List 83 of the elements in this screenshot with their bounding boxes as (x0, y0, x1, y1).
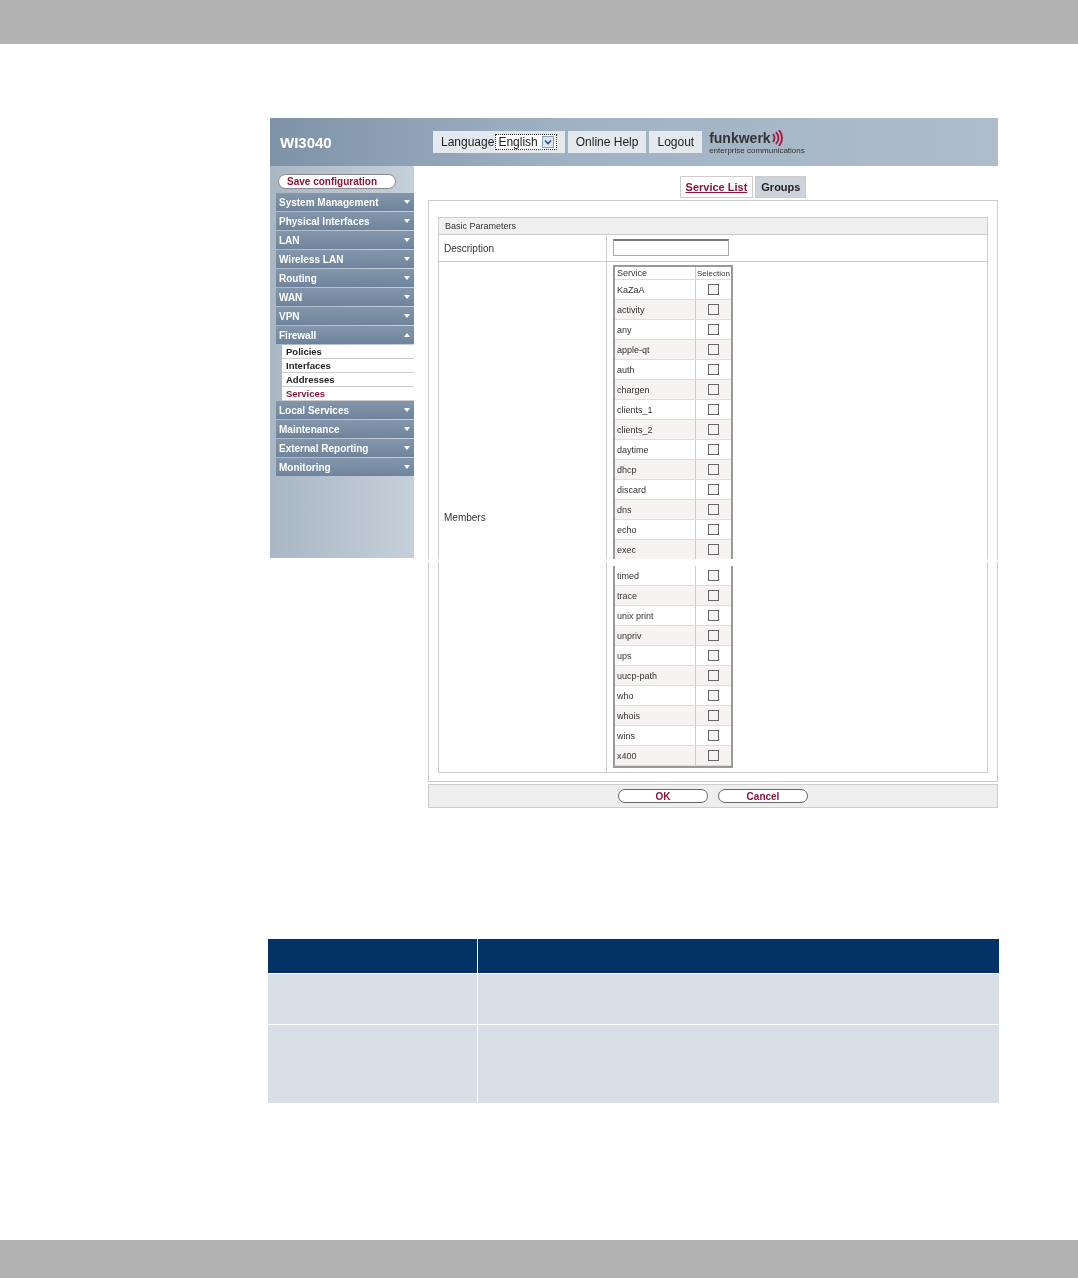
table-cell: uucp-path (615, 666, 696, 685)
table-cell: wins (615, 726, 696, 745)
checkbox[interactable] (708, 630, 719, 641)
checkbox[interactable] (708, 464, 719, 475)
device-title: WI3040 (279, 133, 333, 151)
table-cell: KaZaA (615, 280, 696, 299)
column-header: Service (615, 267, 696, 279)
table-cell: discard (615, 480, 696, 499)
table-cell: dns (615, 500, 696, 519)
language-dropdown[interactable]: English (495, 134, 557, 150)
checkbox[interactable] (708, 750, 719, 761)
signal-waves-icon (770, 129, 783, 146)
checkbox[interactable] (708, 484, 719, 495)
expand-arrow-icon (404, 465, 410, 469)
sidebar-subitem[interactable]: Addresses (282, 373, 414, 387)
checkbox[interactable] (708, 384, 719, 395)
checkbox[interactable] (708, 610, 719, 621)
tab[interactable]: Groups (755, 176, 807, 198)
language-selector[interactable]: Language English (433, 131, 565, 153)
table-cell: activity (615, 300, 696, 319)
expand-arrow-icon (404, 314, 410, 318)
sidebar-subitem[interactable]: Policies (282, 345, 414, 359)
field-label: Members (444, 511, 486, 523)
table-cell: any (615, 320, 696, 339)
checkbox[interactable] (708, 710, 719, 721)
expand-arrow-icon (404, 257, 410, 261)
form-button[interactable]: OK (618, 789, 708, 803)
checkbox[interactable] (708, 404, 719, 415)
table-cell: clients_1 (615, 400, 696, 419)
table-cell: apple-qt (615, 340, 696, 359)
table-cell: trace (615, 586, 696, 605)
column-header: Selection (696, 267, 731, 279)
table-cell: x400 (615, 746, 696, 765)
header-button[interactable]: Online Help (567, 131, 647, 153)
table-cell: unpriv (615, 626, 696, 645)
expand-arrow-icon (404, 238, 410, 242)
expand-arrow-icon (404, 276, 410, 280)
table-cell: clients_2 (615, 420, 696, 439)
table-cell: auth (615, 360, 696, 379)
expand-arrow-icon (404, 295, 410, 299)
expand-arrow-icon (404, 446, 410, 450)
checkbox[interactable] (708, 344, 719, 355)
expand-arrow-icon (404, 427, 410, 431)
header-button[interactable]: Logout (649, 131, 703, 153)
table-cell: ups (615, 646, 696, 665)
table-cell: echo (615, 520, 696, 539)
checkbox[interactable] (708, 504, 719, 515)
table-cell: chargen (615, 380, 696, 399)
checkbox[interactable] (708, 650, 719, 661)
checkbox[interactable] (708, 444, 719, 455)
checkbox[interactable] (708, 570, 719, 581)
checkbox[interactable] (708, 730, 719, 741)
tab[interactable]: Service List (679, 176, 754, 198)
sidebar-subitem[interactable]: Interfaces (282, 359, 414, 373)
description-field[interactable] (613, 238, 729, 256)
checkbox[interactable] (708, 590, 719, 601)
checkbox[interactable] (708, 304, 719, 315)
language-label: Language (441, 135, 495, 149)
checkbox[interactable] (708, 544, 719, 555)
expand-arrow-icon (404, 219, 410, 223)
checkbox[interactable] (708, 424, 719, 435)
save-configuration-button[interactable]: Save configuration (278, 174, 396, 189)
dropdown-arrow-icon (541, 136, 554, 148)
table-cell: daytime (615, 440, 696, 459)
table-cell: who (615, 686, 696, 705)
checkbox[interactable] (708, 284, 719, 295)
collapse-arrow-icon (404, 333, 410, 337)
checkbox[interactable] (708, 324, 719, 335)
checkbox[interactable] (708, 670, 719, 681)
checkbox[interactable] (708, 524, 719, 535)
logo: funkwerk enterprise communications (709, 129, 805, 155)
expand-arrow-icon (404, 408, 410, 412)
checkbox[interactable] (708, 690, 719, 701)
table-cell: whois (615, 706, 696, 725)
table-cell: timed (615, 566, 696, 585)
table-cell: dhcp (615, 460, 696, 479)
expand-arrow-icon (404, 200, 410, 204)
table-cell: unix print (615, 606, 696, 625)
section-header: Basic Parameters (438, 217, 988, 235)
sidebar-subitem[interactable]: Services (282, 387, 414, 401)
field-label: Description (439, 235, 607, 261)
form-button[interactable]: Cancel (718, 789, 808, 803)
checkbox[interactable] (708, 364, 719, 375)
